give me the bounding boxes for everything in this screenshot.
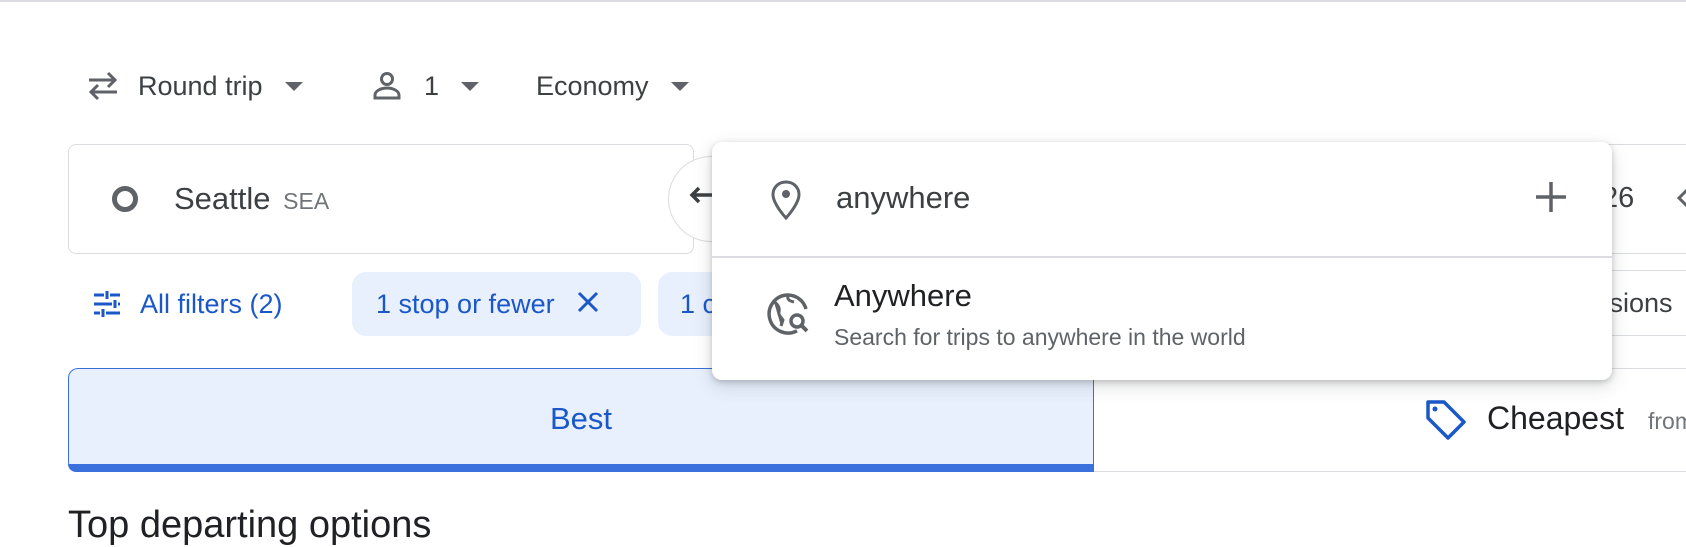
passengers-select[interactable]: 1 [372,66,480,106]
origin-circle-icon [112,186,138,212]
dropdown-option-anywhere[interactable]: Anywhere Search for trips to anywhere in… [712,258,1612,376]
chip-label: 1 c [680,288,717,319]
all-filters-button[interactable]: All filters (2) [92,284,283,324]
person-icon [372,71,402,101]
tab-best[interactable]: Best [68,368,1094,472]
cabin-class-select[interactable]: Economy [536,66,689,106]
option-title: Anywhere [834,278,972,313]
selected-tab-indicator [68,464,1094,472]
destination-input-row [712,142,1612,258]
caret-down-icon [461,81,480,91]
tab-cheapest-label: Cheapest [1487,400,1624,436]
option-subtitle: Search for trips to anywhere in the worl… [834,324,1246,350]
swap-arrows-icon [86,71,120,101]
origin-city: Seattle [174,181,271,216]
trip-type-select[interactable]: Round trip [86,66,303,106]
all-filters-label: All filters (2) [140,288,283,319]
origin-code: SEA [283,188,330,214]
destination-dropdown: Anywhere Search for trips to anywhere in… [712,142,1612,380]
chevron-left-icon[interactable] [1676,186,1686,215]
cabin-class-label: Economy [536,70,649,101]
trip-type-label: Round trip [138,70,263,101]
tune-sliders-icon [94,291,120,317]
passengers-count: 1 [424,70,440,101]
section-title: Top departing options [68,504,432,546]
globe-search-icon [766,292,810,341]
destination-input[interactable] [836,176,1396,220]
chip-label: 1 stop or fewer [376,288,555,319]
top-divider [0,0,1686,2]
add-destination-icon[interactable] [1534,180,1568,219]
price-tag-icon [1424,398,1468,447]
tab-best-label: Best [549,401,613,436]
caret-down-icon [670,81,689,91]
location-pin-icon [770,180,802,225]
tab-cheapest-price-prefix: from [1648,408,1686,434]
caret-down-icon [284,81,303,91]
close-icon[interactable] [577,289,599,320]
filter-chip-stops[interactable]: 1 stop or fewer [352,272,641,336]
origin-field[interactable]: Seattle SEA [68,144,694,254]
origin-value: Seattle SEA [174,181,329,217]
